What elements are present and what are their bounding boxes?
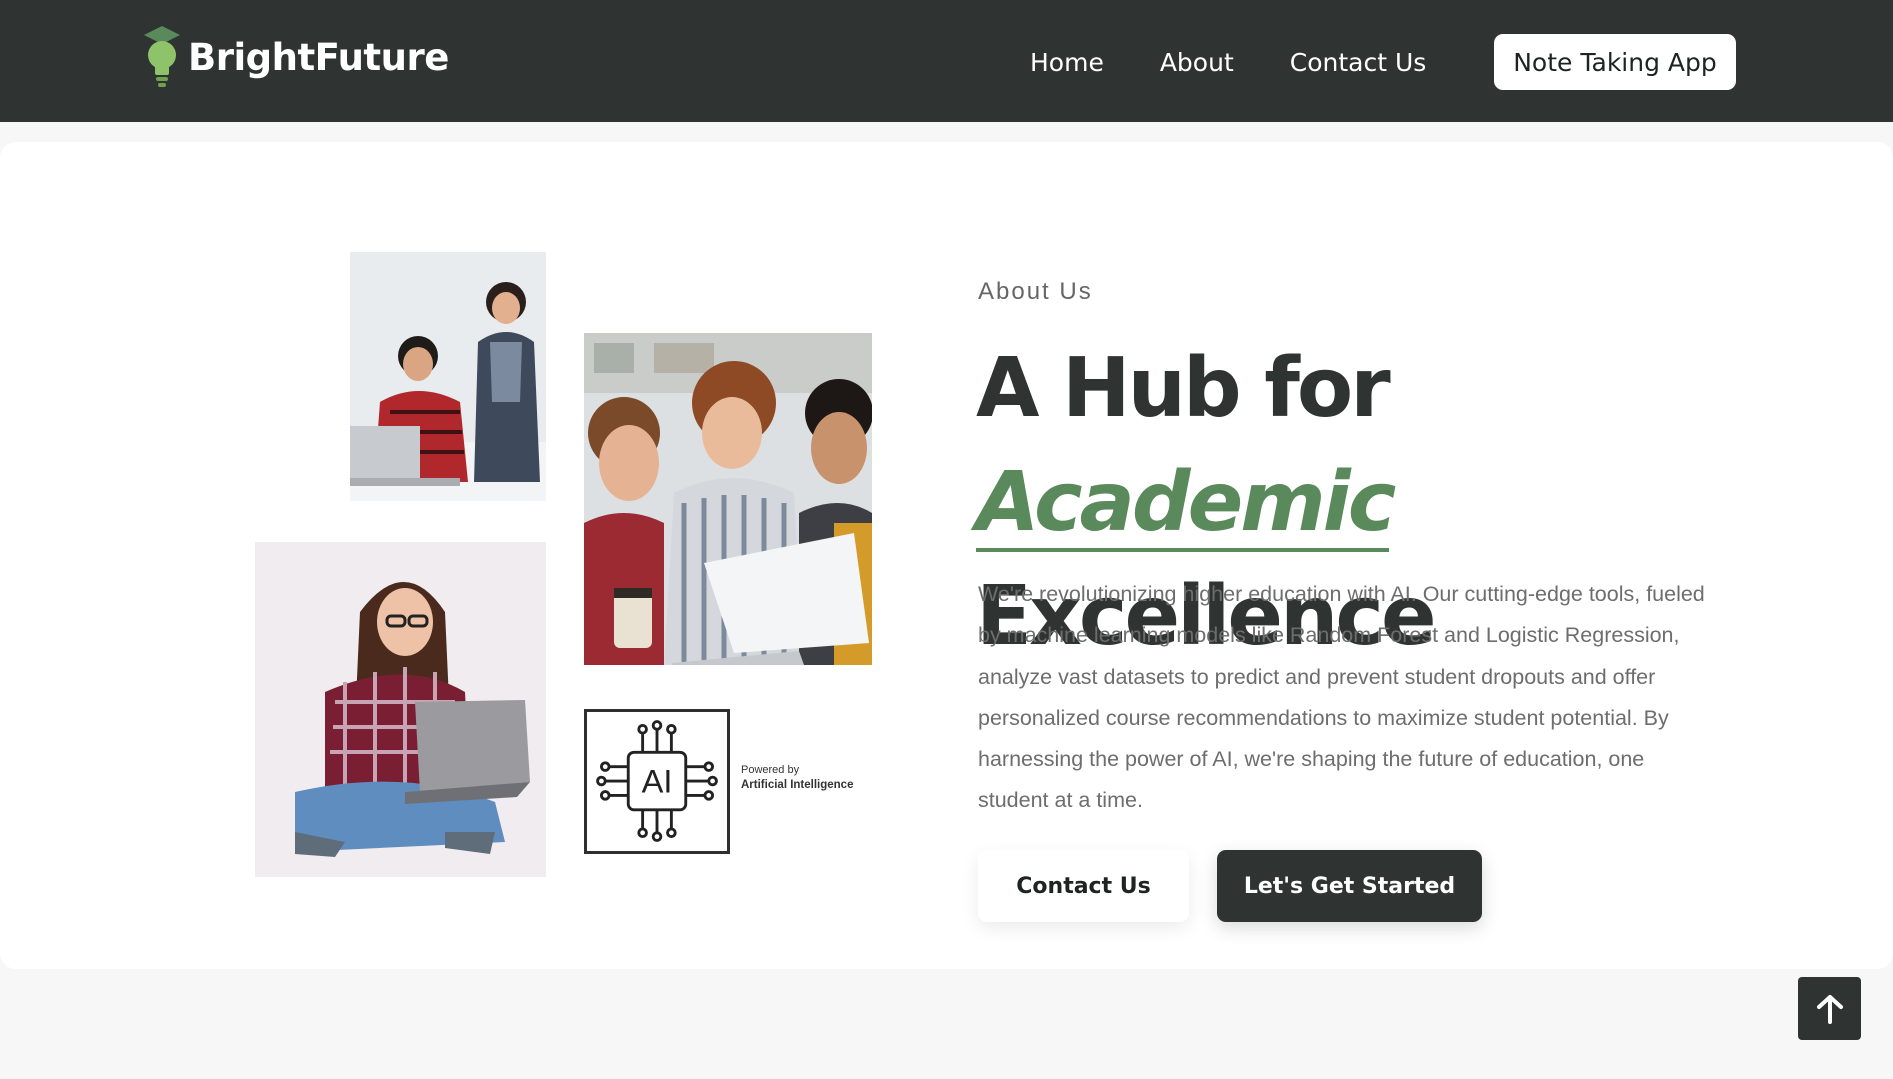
navbar: BrightFuture Home About Contact Us Note … — [0, 0, 1893, 122]
brand-name: BrightFuture — [188, 35, 449, 79]
section-eyebrow: About Us — [978, 278, 1093, 305]
scroll-to-top-button[interactable] — [1798, 977, 1861, 1040]
lightbulb-graduation-cap-icon — [144, 26, 180, 87]
ai-caption: Powered by Artificial Intelligence — [741, 763, 853, 793]
nav-about-link[interactable]: About — [1160, 48, 1234, 77]
main-nav: Home About Contact Us — [1030, 34, 1482, 90]
note-taking-app-button[interactable]: Note Taking App — [1494, 34, 1736, 90]
nav-contact-link[interactable]: Contact Us — [1290, 48, 1427, 77]
ai-caption-bold: Artificial Intelligence — [741, 779, 854, 791]
students-group-photo — [584, 333, 872, 665]
arrow-up-icon — [1816, 994, 1843, 1024]
ai-caption-small: Powered by — [741, 764, 800, 776]
brand-logo[interactable]: BrightFuture — [144, 26, 449, 88]
nav-home-link[interactable]: Home — [1030, 48, 1104, 77]
about-section: AI Powered by Artificial Intelligence Ab… — [0, 142, 1893, 969]
headline-accent: Academic — [976, 446, 1396, 560]
ai-chip-logo: AI — [584, 709, 730, 854]
headline-part1: A Hub for — [976, 341, 1391, 436]
girl-with-laptop-photo — [255, 542, 546, 877]
get-started-button[interactable]: Let's Get Started — [1217, 850, 1482, 922]
students-laptop-photo — [350, 252, 546, 501]
section-description: We're revolutionizing higher education w… — [978, 582, 1705, 813]
ai-chip-text: AI — [642, 763, 673, 800]
contact-us-button[interactable]: Contact Us — [978, 850, 1189, 922]
